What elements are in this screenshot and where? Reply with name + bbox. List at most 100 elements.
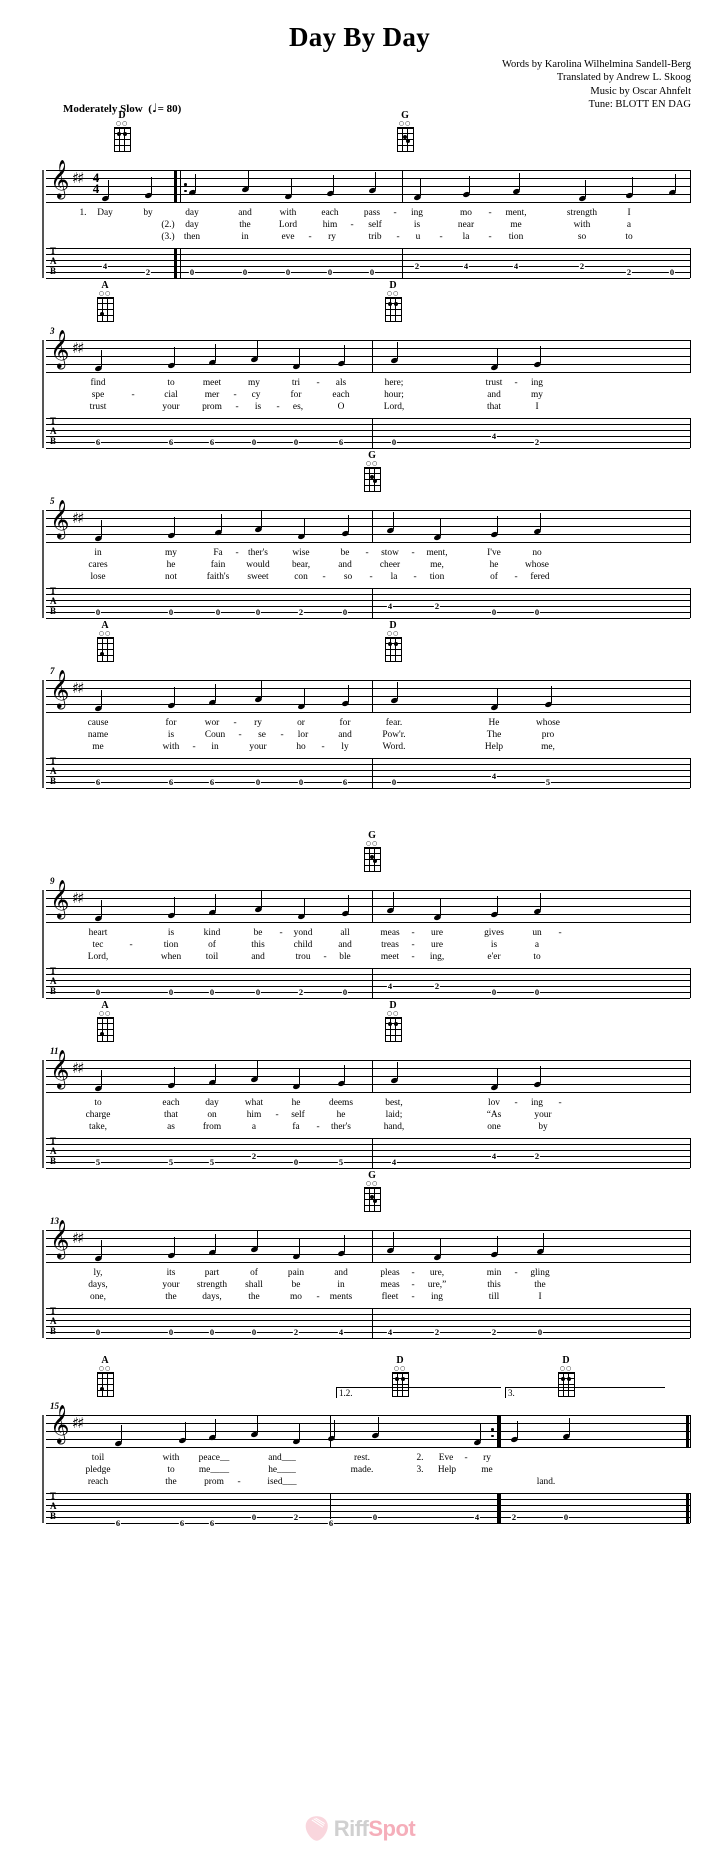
note-stem xyxy=(543,1233,545,1250)
tab-fret-number: 0 xyxy=(208,1327,216,1337)
note-stem xyxy=(299,348,301,365)
lyric-syllable: cause xyxy=(87,718,109,728)
lyric-syllable: stow xyxy=(381,548,399,558)
note-stem xyxy=(540,513,542,530)
lyric-syllable: I xyxy=(538,1292,542,1302)
lyric-syllable: spe xyxy=(91,390,105,400)
lyric-syllable: als xyxy=(335,378,347,388)
repeat-ending-bracket: 1.2. xyxy=(336,1387,501,1399)
lyric-syllable: him xyxy=(246,1110,262,1120)
key-signature: ♯♯ xyxy=(72,1229,84,1247)
lyric-syllable: land. xyxy=(536,1477,556,1487)
treble-clef-icon: 𝄞 xyxy=(50,879,70,918)
lyric-syllable: all xyxy=(340,928,350,938)
key-signature: ♯♯ xyxy=(72,679,84,697)
tab-barline xyxy=(690,588,691,618)
note-stem xyxy=(221,514,223,531)
lyric-syllable: and xyxy=(338,940,352,950)
lyric-syllable: the xyxy=(534,1280,546,1290)
note-stem xyxy=(480,1424,482,1441)
lyric-syllable: pleas xyxy=(380,1268,400,1278)
lyric-syllable: cares xyxy=(88,560,108,570)
lyric-syllable: each xyxy=(321,208,339,218)
tab-fret-number: 0 xyxy=(390,777,398,787)
tab-fret-number: 2 xyxy=(510,1512,518,1522)
lyric-syllable: days, xyxy=(202,1292,222,1302)
music-staff xyxy=(46,340,690,373)
note-stem xyxy=(540,893,542,910)
lyric-syllable: peace__ xyxy=(198,1453,230,1463)
lyric-syllable: mer xyxy=(204,390,220,400)
lyric-syllable: u xyxy=(415,232,421,242)
lyric-syllable: - xyxy=(235,402,239,412)
lyric-syllable: ry xyxy=(254,718,262,728)
barline xyxy=(372,680,373,713)
lyric-syllable: meas xyxy=(380,928,400,938)
tab-barline xyxy=(372,588,373,618)
lyric-syllable: shall xyxy=(245,1280,263,1290)
tab-fret-number: 4 xyxy=(462,261,470,271)
open-strings-marker: ○○ xyxy=(393,1365,407,1372)
note-stem xyxy=(393,892,395,909)
lyric-syllable: ther's xyxy=(248,548,268,558)
tab-clef-letters: T A B xyxy=(50,966,57,996)
lyric-syllable: ised___ xyxy=(267,1477,297,1487)
lyric-syllable: in xyxy=(94,548,102,558)
lyric-syllable: meet xyxy=(202,378,222,388)
lyric-syllable: here; xyxy=(384,378,404,388)
chord-grid xyxy=(363,847,381,872)
tab-letter-a: A xyxy=(50,426,57,436)
lyric-syllable: in xyxy=(241,232,249,242)
tab-fret-number: 0 xyxy=(368,267,376,277)
tab-fret-number: 6 xyxy=(337,437,345,447)
treble-clef-icon: 𝄞 xyxy=(50,1404,70,1443)
tab-fret-number: 0 xyxy=(668,267,676,277)
note-stem xyxy=(348,895,350,912)
lyric-syllable: strength xyxy=(196,1280,228,1290)
lyric-syllable: would xyxy=(246,560,270,570)
tab-fret-number: 0 xyxy=(254,607,262,617)
lyric-syllable: find xyxy=(90,378,106,388)
tab-clef-letters: T A B xyxy=(50,586,57,616)
tab-repeat-barline-start xyxy=(174,248,177,278)
lyric-syllable: - xyxy=(279,928,283,938)
note-stem xyxy=(440,1239,442,1256)
tab-fret-number: 4 xyxy=(473,1512,481,1522)
lyric-syllable: yond xyxy=(293,928,313,938)
tab-fret-number: 0 xyxy=(533,607,541,617)
chord-finger-dot xyxy=(100,312,105,317)
lyric-syllable: ment, xyxy=(426,548,448,558)
key-signature: ♯♯ xyxy=(72,339,84,357)
tab-fret-number: 2 xyxy=(250,1151,258,1161)
tab-fret-number: 2 xyxy=(625,267,633,277)
lyric-syllable: Word. xyxy=(382,742,406,752)
note-stem xyxy=(497,516,499,533)
note-stem xyxy=(393,512,395,529)
tab-fret-number: 0 xyxy=(94,1327,102,1337)
lyric-syllable: in xyxy=(211,742,219,752)
lyric-syllable: con xyxy=(294,572,308,582)
lyric-syllable: what xyxy=(244,1098,264,1108)
open-strings-marker: ○○ xyxy=(98,1365,112,1372)
note-stem xyxy=(257,1416,259,1433)
note-stem xyxy=(497,349,499,366)
lyric-syllable: and xyxy=(334,1268,348,1278)
lyric-syllable: of xyxy=(490,572,498,582)
tab-barline xyxy=(690,248,691,278)
lyric-syllable: - xyxy=(233,390,237,400)
guitar-pick-icon xyxy=(305,1816,328,1841)
chord-finger-dot xyxy=(394,1022,399,1027)
open-strings-marker: ○○ xyxy=(98,290,112,297)
repeat-dots xyxy=(184,179,187,196)
open-strings-marker: ○○ xyxy=(98,630,112,637)
lyric-syllable: for xyxy=(165,718,177,728)
lyric-syllable: to xyxy=(94,1098,102,1108)
lyric-syllable: - xyxy=(558,1098,562,1108)
tab-fret-number: 6 xyxy=(208,437,216,447)
tab-letter-a: A xyxy=(50,766,57,776)
tab-fret-number: 0 xyxy=(167,1327,175,1337)
lyric-syllable: best, xyxy=(385,1098,403,1108)
lyric-syllable: your xyxy=(534,1110,552,1120)
lyric-syllable: ment, xyxy=(505,208,527,218)
lyric-syllable: this xyxy=(251,940,265,950)
